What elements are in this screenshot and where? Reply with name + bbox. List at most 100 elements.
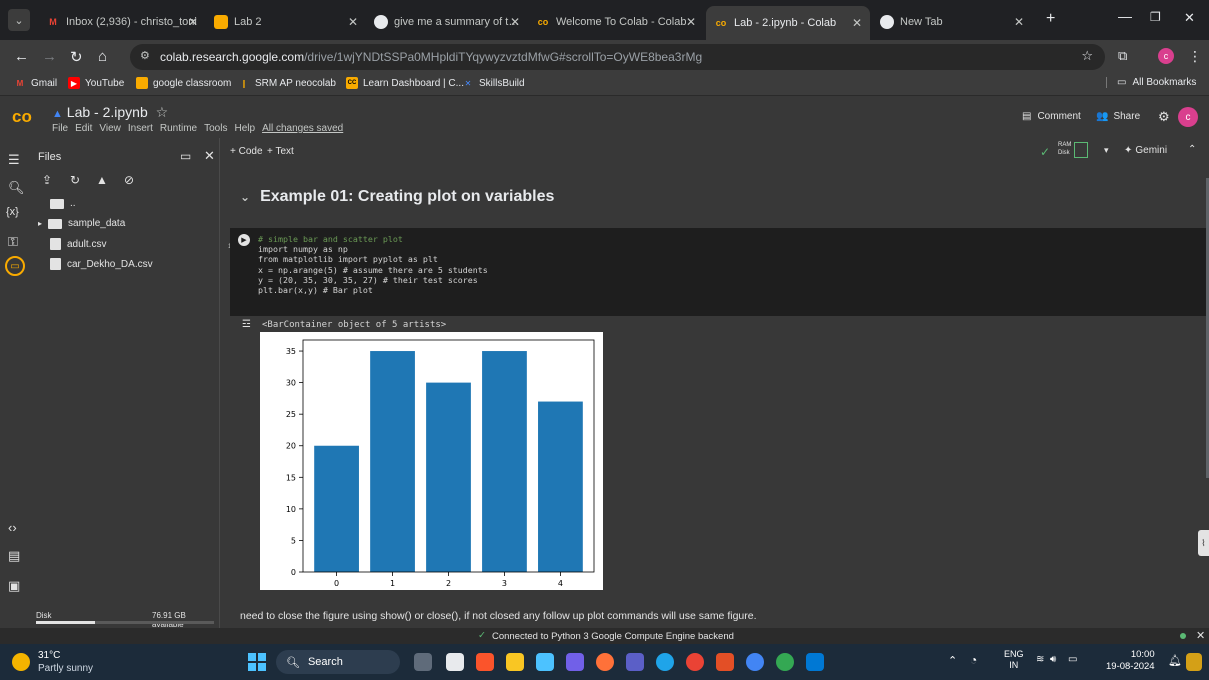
close-icon[interactable]: ✕ bbox=[1014, 15, 1024, 29]
tab-chatgpt[interactable]: give me a summary of the ✕ bbox=[366, 7, 528, 37]
close-icon[interactable]: ✕ bbox=[510, 15, 520, 29]
chrome-icon[interactable] bbox=[746, 653, 764, 671]
bookmark-google-classroom[interactable]: google classroom bbox=[136, 77, 231, 89]
menu-tools[interactable]: Tools bbox=[204, 123, 227, 134]
file-sample-data[interactable]: ▸ sample_data bbox=[38, 218, 125, 229]
close-icon[interactable]: ✕ bbox=[852, 16, 862, 30]
key-icon[interactable]: ⚿ bbox=[8, 234, 18, 250]
close-icon[interactable]: ✕ bbox=[686, 15, 696, 29]
back-arrow-icon[interactable]: ← bbox=[14, 48, 29, 65]
task-view-icon[interactable] bbox=[446, 653, 464, 671]
copilot-icon[interactable]: ◔ bbox=[970, 653, 977, 667]
tab-new-tab[interactable]: New Tab ✕ bbox=[872, 7, 1032, 37]
variables-icon[interactable]: {x} bbox=[6, 206, 19, 218]
taskbar-search-box[interactable]: 🔍︎ Search bbox=[276, 650, 400, 674]
close-window-icon[interactable]: ✕ bbox=[1184, 10, 1195, 26]
resources-indicator[interactable]: RAM Disk bbox=[1058, 141, 1071, 157]
settings-gear-icon[interactable]: ⚙ bbox=[1158, 109, 1170, 125]
reload-icon[interactable]: ↻ bbox=[70, 48, 83, 66]
folder-icon[interactable]: ▭ bbox=[5, 256, 25, 276]
menu-edit[interactable]: Edit bbox=[75, 123, 92, 134]
new-tab-button[interactable]: + bbox=[1046, 10, 1055, 28]
battery-icon[interactable]: ▭ bbox=[1068, 654, 1077, 665]
site-info-icon[interactable]: ⚙ bbox=[140, 49, 150, 62]
share-button[interactable]: 👥 Share bbox=[1096, 111, 1140, 122]
comment-button[interactable]: ▤ Comment bbox=[1022, 111, 1081, 122]
windows-start-icon[interactable] bbox=[248, 653, 266, 671]
file-adult-csv[interactable]: adult.csv bbox=[50, 238, 106, 250]
extensions-icon[interactable]: ⧉ bbox=[1118, 48, 1127, 64]
teams-icon[interactable] bbox=[626, 653, 644, 671]
widget-icon[interactable] bbox=[1186, 653, 1202, 671]
hide-files-icon[interactable]: ⊘ bbox=[124, 173, 134, 187]
vscode-icon[interactable] bbox=[806, 653, 824, 671]
star-icon[interactable]: ☆ bbox=[156, 104, 169, 120]
brave-icon[interactable] bbox=[476, 653, 494, 671]
home-icon[interactable]: ⌂ bbox=[98, 48, 107, 65]
menu-runtime[interactable]: Runtime bbox=[160, 123, 197, 134]
chevron-down-icon[interactable]: ▾ bbox=[1104, 145, 1109, 156]
bookmark-learn-dashboard[interactable]: CC Learn Dashboard | C... bbox=[346, 77, 464, 89]
opera-icon[interactable] bbox=[686, 653, 704, 671]
visual-studio-icon[interactable] bbox=[566, 653, 584, 671]
collapse-chevron-icon[interactable]: ⌄ bbox=[240, 190, 250, 204]
chrome-profile-icon[interactable] bbox=[776, 653, 794, 671]
more-menu-icon[interactable]: ⋮ bbox=[1188, 48, 1202, 65]
notebook-title[interactable]: Lab - 2.ipynb bbox=[67, 104, 148, 120]
output-menu-icon[interactable]: ☲ bbox=[242, 319, 251, 330]
menu-file[interactable]: File bbox=[52, 123, 68, 134]
add-code-button[interactable]: + Code bbox=[230, 146, 263, 157]
code-editor[interactable]: # simple bar and scatter plot import num… bbox=[258, 234, 488, 295]
table-of-contents-icon[interactable]: ☰ bbox=[8, 152, 20, 168]
wifi-icon[interactable]: ≋ bbox=[1036, 654, 1044, 665]
url-input[interactable]: ⚙ colab.research.google.com/drive/1wjYND… bbox=[130, 44, 1105, 70]
minimize-icon[interactable]: — bbox=[1118, 8, 1132, 24]
profile-avatar[interactable]: c bbox=[1158, 48, 1174, 64]
bookmark-star-icon[interactable]: ☆ bbox=[1081, 48, 1093, 64]
chevron-up-icon[interactable]: ⌃ bbox=[1188, 144, 1196, 155]
close-status-icon[interactable]: ✕ bbox=[1196, 629, 1205, 642]
tab-welcome-colab[interactable]: co Welcome To Colab - Colab ✕ bbox=[528, 7, 704, 37]
menu-help[interactable]: Help bbox=[234, 123, 255, 134]
menu-view[interactable]: View bbox=[99, 123, 121, 134]
file-car-dekho-csv[interactable]: car_Dekho_DA.csv bbox=[50, 258, 153, 270]
clock[interactable]: 10:00 19-08-2024 bbox=[1106, 649, 1155, 673]
camera-app-icon[interactable] bbox=[414, 653, 432, 671]
save-status[interactable]: All changes saved bbox=[262, 123, 343, 134]
terminal-icon[interactable]: ▣ bbox=[8, 578, 20, 594]
open-in-tab-icon[interactable]: ▭ bbox=[180, 149, 191, 163]
upload-file-icon[interactable]: ⇪ bbox=[42, 173, 52, 187]
tab-gmail[interactable]: M Inbox (2,936) - christo_toni ✕ bbox=[38, 7, 206, 37]
mount-drive-icon[interactable]: ▲ bbox=[96, 173, 108, 187]
account-avatar[interactable]: c bbox=[1178, 107, 1198, 127]
add-text-button[interactable]: + Text bbox=[267, 146, 294, 157]
refresh-icon[interactable]: ↻ bbox=[70, 173, 80, 187]
all-bookmarks-button[interactable]: ▭ All Bookmarks bbox=[1106, 77, 1196, 88]
store-icon[interactable] bbox=[536, 653, 554, 671]
tab-search-button[interactable]: ⌄ bbox=[8, 9, 30, 31]
forward-arrow-icon[interactable]: → bbox=[42, 48, 57, 65]
file-parent-dir[interactable]: .. bbox=[50, 198, 76, 209]
run-cell-icon[interactable]: ▶ bbox=[238, 234, 250, 246]
tab-lab2-colab[interactable]: co Lab - 2.ipynb - Colab ✕ bbox=[706, 6, 870, 40]
weather-temp[interactable]: 31°C bbox=[38, 650, 60, 661]
bookmark-skillsbuild[interactable]: ✕ SkillsBuild bbox=[462, 77, 525, 89]
chrome-dev-icon[interactable] bbox=[716, 653, 734, 671]
edge-icon[interactable] bbox=[656, 653, 674, 671]
language-indicator[interactable]: ENG IN bbox=[1004, 649, 1024, 671]
code-cell[interactable]: ▶ # simple bar and scatter plot import n… bbox=[230, 228, 1206, 316]
firefox-icon[interactable] bbox=[596, 653, 614, 671]
bookmark-neocolab[interactable]: ❙ SRM AP neocolab bbox=[238, 77, 336, 89]
notification-bell-icon[interactable]: 🔔︎ bbox=[1168, 654, 1182, 667]
code-snippets-icon[interactable]: ‹› bbox=[8, 520, 17, 535]
menu-insert[interactable]: Insert bbox=[128, 123, 153, 134]
search-icon[interactable]: 🔍︎ bbox=[8, 180, 25, 196]
tray-chevron-up-icon[interactable]: ⌃ bbox=[948, 654, 957, 667]
command-palette-icon[interactable]: ▤ bbox=[8, 548, 20, 564]
side-panel-toggle[interactable]: ⌇ bbox=[1198, 530, 1209, 556]
bookmark-youtube[interactable]: ▶ YouTube bbox=[68, 77, 124, 89]
close-icon[interactable]: ✕ bbox=[348, 15, 358, 29]
weather-desc[interactable]: Partly sunny bbox=[38, 663, 93, 674]
close-panel-icon[interactable]: ✕ bbox=[204, 148, 215, 164]
gemini-button[interactable]: ✦ Gemini bbox=[1124, 145, 1167, 156]
